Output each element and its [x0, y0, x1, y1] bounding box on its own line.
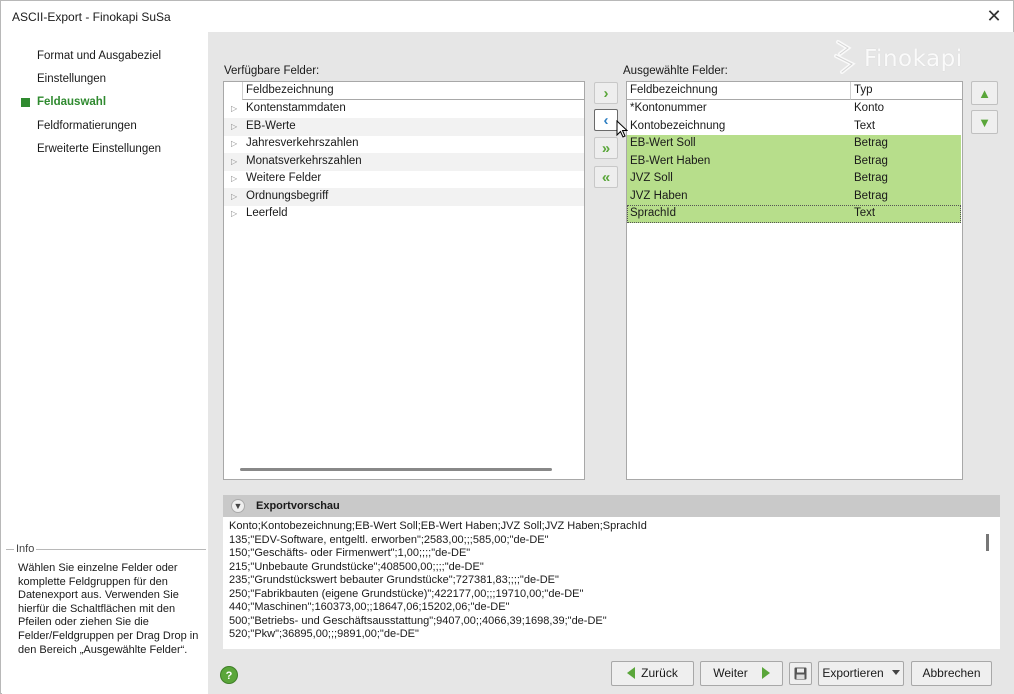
table-row-jvz-soll[interactable]: JVZ Soll Betrag [627, 170, 961, 188]
expand-arrow-icon[interactable]: ▷ [231, 118, 237, 136]
wizard-sidebar: Format und Ausgabeziel Einstellungen Fel… [2, 32, 208, 694]
add-field-button[interactable]: › [594, 82, 618, 104]
nav-item-feldformatierungen[interactable]: Feldformatierungen [37, 120, 137, 132]
remove-all-fields-button[interactable]: « [594, 166, 618, 188]
expand-arrow-icon[interactable]: ▷ [231, 135, 237, 153]
main-area: Finokapi Verfügbare Felder: Ausgewählte … [208, 32, 1014, 694]
column-header-feldbezeichnung[interactable]: Feldbezeichnung [627, 82, 851, 100]
chevron-down-icon: ▼ [978, 114, 991, 130]
add-all-fields-button[interactable]: » [594, 137, 618, 159]
preview-line: 440;"Maschinen";160373,00;;18647,06;1520… [229, 601, 510, 613]
logo-mark-icon [834, 40, 856, 74]
tree-item-kontenstammdaten[interactable]: ▷ Kontenstammdaten [224, 100, 584, 118]
preview-line: 235;"Grundstückswert bebauter Grundstück… [229, 574, 559, 586]
preview-line: 215;"Unbebaute Grundstücke";408500,00;;;… [229, 561, 484, 573]
available-fields-tree[interactable]: Feldbezeichnung ▷ Kontenstammdaten ▷ EB-… [223, 81, 585, 480]
table-row-kontobezeichnung[interactable]: Kontobezeichnung Text [627, 118, 961, 136]
preview-line: 500;"Betriebs- und Geschäftsausstattung"… [229, 615, 607, 627]
tree-item-jahresverkehrszahlen[interactable]: ▷ Jahresverkehrszahlen [224, 135, 584, 153]
finokapi-logo: Finokapi [828, 36, 988, 76]
expand-arrow-icon[interactable]: ▷ [231, 153, 237, 171]
expand-arrow-icon[interactable]: ▷ [231, 205, 237, 223]
export-preview-text[interactable]: Konto;Kontobezeichnung;EB-Wert Soll;EB-W… [223, 517, 1000, 649]
cancel-button[interactable]: Abbrechen [911, 661, 992, 686]
preview-line: 135;"EDV-Software, entgeltl. erworben";2… [229, 534, 549, 546]
nav-item-format[interactable]: Format und Ausgabeziel [37, 50, 161, 62]
preview-line: Konto;Kontobezeichnung;EB-Wert Soll;EB-W… [229, 520, 647, 532]
selected-fields-label: Ausgewählte Felder: [623, 65, 728, 77]
tree-item-leerfeld[interactable]: ▷ Leerfeld [224, 205, 584, 223]
window-title: ASCII-Export - Finokapi SuSa [12, 10, 171, 24]
info-title: Info [14, 543, 37, 555]
remove-field-button[interactable]: ‹ [594, 109, 618, 131]
collapse-chevron-icon[interactable]: ▼ [231, 499, 245, 513]
selected-fields-table[interactable]: Feldbezeichnung Typ *Kontonummer Konto K… [626, 81, 963, 480]
export-preview-title: Exportvorschau [256, 500, 340, 512]
available-fields-label: Verfügbare Felder: [224, 65, 320, 77]
tree-item-weitere-felder[interactable]: ▷ Weitere Felder [224, 170, 584, 188]
info-text: Wählen Sie einzelne Felder oder komplett… [18, 562, 199, 656]
horizontal-scrollbar[interactable] [240, 468, 552, 471]
dropdown-arrow-icon[interactable] [891, 670, 900, 675]
export-dialog: ASCII-Export - Finokapi SuSa ✕ Format un… [0, 0, 1014, 694]
move-down-button[interactable]: ▼ [971, 110, 998, 134]
move-up-button[interactable]: ▲ [971, 81, 998, 105]
nav-item-einstellungen[interactable]: Einstellungen [37, 73, 106, 85]
column-header-feldbezeichnung[interactable]: Feldbezeichnung [242, 82, 584, 100]
table-row-jvz-haben[interactable]: JVZ Haben Betrag [627, 188, 961, 206]
title-bar: ASCII-Export - Finokapi SuSa ✕ [1, 1, 1013, 32]
next-button[interactable]: Weiter [700, 661, 783, 686]
expand-arrow-icon[interactable]: ▷ [231, 100, 237, 118]
export-preview-header[interactable]: ▼ Exportvorschau [223, 495, 1000, 517]
table-row-eb-wert-soll[interactable]: EB-Wert Soll Betrag [627, 135, 961, 153]
preview-line: 150;"Geschäfts- oder Firmenwert";1,00;;;… [229, 547, 471, 559]
arrow-right-icon [761, 667, 770, 679]
help-button[interactable]: ? [220, 666, 238, 684]
vertical-scrollbar[interactable] [986, 534, 989, 551]
close-icon[interactable]: ✕ [983, 5, 1005, 27]
back-button[interactable]: Zurück [611, 661, 694, 686]
active-step-marker [21, 98, 30, 107]
nav-item-erweiterte-einstellungen[interactable]: Erweiterte Einstellungen [37, 143, 161, 155]
info-box: Info Wählen Sie einzelne Felder oder kom… [6, 543, 206, 694]
expand-arrow-icon[interactable]: ▷ [231, 170, 237, 188]
tree-item-eb-werte[interactable]: ▷ EB-Werte [224, 118, 584, 136]
save-icon [794, 667, 807, 680]
logo-text: Finokapi [864, 46, 963, 72]
save-settings-button[interactable] [789, 662, 812, 685]
chevron-up-icon: ▲ [978, 85, 991, 101]
table-row-sprachid[interactable]: SprachId Text [627, 205, 961, 223]
expand-arrow-icon[interactable]: ▷ [231, 188, 237, 206]
export-button[interactable]: Exportieren [818, 661, 904, 686]
arrow-left-icon [627, 667, 636, 679]
nav-item-feldauswahl[interactable]: Feldauswahl [37, 96, 106, 108]
tree-item-monatsverkehrszahlen[interactable]: ▷ Monatsverkehrszahlen [224, 153, 584, 171]
table-row-kontonummer[interactable]: *Kontonummer Konto [627, 100, 961, 118]
preview-line: 520;"Pkw";36895,00;;;9891,00;"de-DE" [229, 628, 419, 640]
mouse-pointer-icon [616, 120, 628, 138]
tree-item-ordnungsbegriff[interactable]: ▷ Ordnungsbegriff [224, 188, 584, 206]
column-header-typ[interactable]: Typ [851, 82, 962, 100]
table-row-eb-wert-haben[interactable]: EB-Wert Haben Betrag [627, 153, 961, 171]
preview-line: 250;"Fabrikbauten (eigene Grundstücke)";… [229, 588, 584, 600]
